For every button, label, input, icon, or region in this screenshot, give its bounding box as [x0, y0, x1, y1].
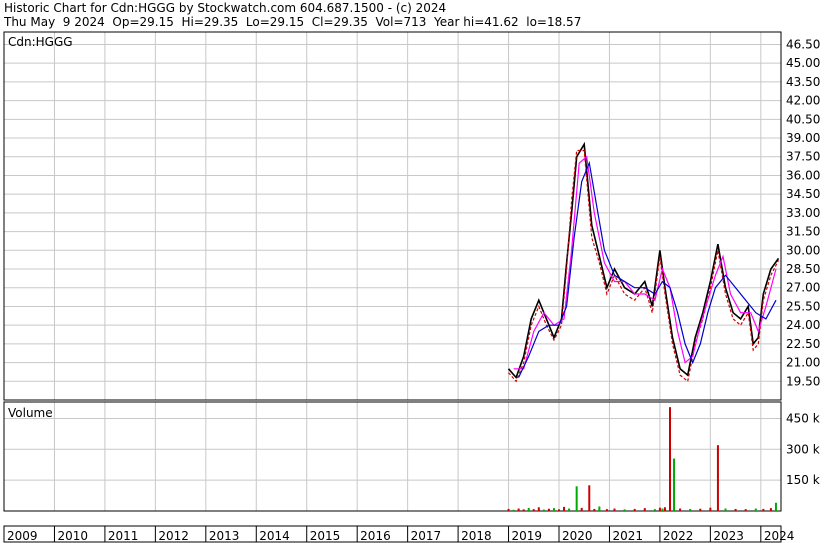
volume-bar	[507, 508, 510, 511]
price-tick-label: 46.50	[786, 37, 820, 51]
volume-panel: 450 k 300 k 150 k Volume	[3, 401, 820, 512]
volume-bar	[542, 509, 545, 511]
volume-bar	[679, 508, 682, 511]
volume-panel-title: Volume	[8, 406, 53, 420]
price-series-line	[508, 149, 780, 383]
volume-bar	[537, 507, 540, 511]
x-axis-year-label: 2015	[310, 529, 341, 543]
volume-bar	[527, 507, 530, 511]
volume-bar	[709, 507, 712, 511]
x-axis: 2009 2010 2011 2012 2013 2014 2015 2016 2017 2018…	[3, 525, 795, 543]
volume-bar	[633, 508, 636, 511]
price-tick-label: 27.00	[786, 281, 820, 295]
chart: 46.50 45.00 43.50 42.00 40.50 39.00 37.50 36.00…	[3, 31, 820, 543]
price-panel: 46.50 45.00 43.50 42.00 40.50 39.00 37.50 36.00…	[3, 31, 820, 401]
price-tick-label: 21.00	[786, 356, 820, 370]
x-axis-year-label: 2016	[360, 529, 391, 543]
volume-bar	[663, 507, 666, 511]
x-axis-year-label: 2018	[461, 529, 492, 543]
volume-bar	[588, 485, 591, 511]
price-tick-label: 37.50	[786, 150, 820, 164]
x-axis-year-label: 2010	[57, 529, 88, 543]
volume-tick-label: 150 k	[786, 473, 820, 487]
price-tick-label: 42.00	[786, 94, 820, 108]
volume-bar	[563, 506, 566, 511]
volume-bar	[689, 508, 692, 511]
price-series-line	[518, 160, 777, 378]
volume-bar	[575, 486, 578, 511]
price-tick-label: 31.50	[786, 225, 820, 239]
volume-bar	[673, 458, 676, 511]
price-tick-label: 33.00	[786, 206, 820, 220]
volume-bar	[512, 509, 515, 511]
volume-bar	[658, 507, 661, 511]
price-tick-label: 39.00	[786, 131, 820, 145]
volume-bar	[744, 509, 747, 511]
price-tick-label: 36.00	[786, 168, 820, 182]
volume-bar	[552, 508, 555, 511]
volume-bar	[653, 509, 656, 511]
volume-tick-label: 300 k	[786, 442, 820, 456]
volume-bar	[661, 508, 664, 511]
volume-bar	[517, 508, 520, 511]
volume-bar	[613, 508, 616, 511]
x-axis-year-label: 2011	[108, 529, 139, 543]
volume-bar	[754, 508, 757, 511]
volume-bar	[774, 502, 777, 511]
x-axis-year-label: 2012	[158, 529, 189, 543]
price-frame	[3, 31, 782, 401]
volume-bar	[568, 508, 571, 511]
volume-bar	[522, 509, 525, 511]
x-axis-year-label: 2024	[764, 529, 795, 543]
volume-bar	[623, 509, 626, 511]
price-tick-label: 24.00	[786, 318, 820, 332]
price-panel-title: Cdn:HGGG	[8, 35, 73, 49]
price-tick-label: 25.50	[786, 299, 820, 313]
volume-bar	[593, 508, 596, 511]
volume-bar	[734, 508, 737, 511]
volume-bar	[605, 509, 608, 511]
x-axis-year-label: 2021	[612, 529, 643, 543]
x-axis-year-label: 2013	[209, 529, 240, 543]
volume-bar	[598, 506, 601, 511]
x-axis-year-label: 2020	[562, 529, 593, 543]
price-tick-label: 40.50	[786, 112, 820, 126]
volume-tick-label: 450 k	[786, 411, 820, 425]
volume-bar	[532, 509, 535, 511]
x-axis-year-label: 2019	[512, 529, 543, 543]
volume-bar	[716, 445, 719, 511]
volume-bar	[724, 508, 727, 511]
volume-bar	[547, 508, 550, 511]
price-series-line	[507, 141, 780, 380]
volume-bar	[558, 509, 560, 511]
x-axis-year-label: 2009	[7, 529, 38, 543]
price-tick-label: 34.50	[786, 187, 820, 201]
x-axis-year-label: 2023	[713, 529, 744, 543]
volume-bar	[643, 508, 646, 511]
price-tick-label: 28.50	[786, 262, 820, 276]
price-tick-label: 19.50	[786, 374, 820, 388]
price-tick-label: 45.00	[786, 56, 820, 70]
volume-bar	[769, 508, 772, 511]
volume-bar	[669, 407, 671, 511]
volume-bar	[699, 508, 702, 511]
volume-bar	[580, 507, 583, 511]
x-axis-year-label: 2022	[663, 529, 694, 543]
volume-bar	[762, 508, 765, 511]
price-tick-label: 43.50	[786, 75, 820, 89]
x-axis-year-label: 2017	[411, 529, 442, 543]
price-tick-label: 30.00	[786, 243, 820, 257]
x-axis-year-label: 2014	[259, 529, 290, 543]
price-tick-label: 22.50	[786, 337, 820, 351]
